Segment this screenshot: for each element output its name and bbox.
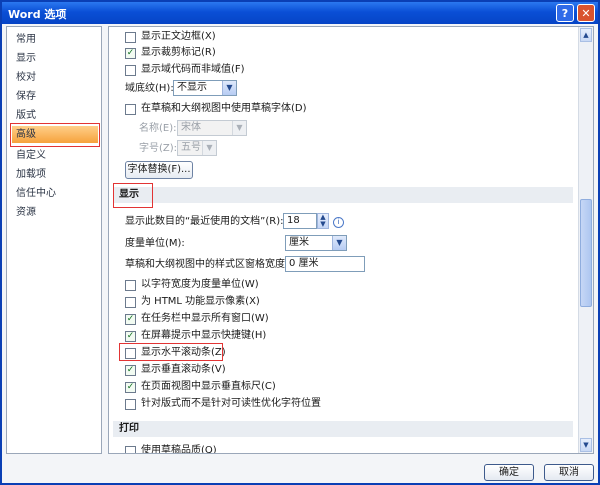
- chevron-down-icon[interactable]: ▼: [332, 236, 346, 250]
- nav-item-resources[interactable]: 资源: [12, 204, 98, 221]
- nav-item-customize[interactable]: 自定义: [12, 147, 98, 164]
- font-size-label: 字号(Z):: [139, 143, 178, 154]
- highlight-box-display-header: [113, 183, 153, 208]
- option-label: 使用草稿品质(Q): [141, 445, 217, 454]
- nav-item-trust-center[interactable]: 信任中心: [12, 185, 98, 202]
- nav-item-typography[interactable]: 版式: [12, 107, 98, 124]
- section-header-display: 显示: [113, 187, 573, 203]
- checkbox[interactable]: [125, 280, 136, 291]
- font-name-value: 宋体: [181, 122, 201, 133]
- units-value: 厘米: [289, 237, 309, 248]
- checkbox-checked-icon[interactable]: ✓: [125, 48, 136, 59]
- checkbox-checked-icon[interactable]: ✓: [125, 314, 136, 325]
- option-label: 显示域代码而非域值(F): [141, 64, 245, 75]
- nav-item-common[interactable]: 常用: [12, 31, 98, 48]
- info-icon: i: [333, 217, 344, 228]
- field-shading-label: 域底纹(H):: [125, 83, 174, 94]
- ok-button[interactable]: 确定: [484, 464, 534, 481]
- style-area-width-input[interactable]: 0 厘米: [285, 256, 365, 272]
- scrollbar-thumb[interactable]: [580, 199, 592, 307]
- nav-item-proofing[interactable]: 校对: [12, 69, 98, 86]
- chevron-down-icon[interactable]: ▼: [232, 121, 246, 135]
- checkbox[interactable]: [125, 104, 136, 115]
- spinner-arrows-icon[interactable]: ▲ ▼: [317, 213, 329, 229]
- window-title: Word 选项: [8, 8, 67, 21]
- font-name-label: 名称(E):: [139, 123, 177, 134]
- option-label: 在草稿和大纲视图中使用草稿字体(D): [141, 103, 307, 114]
- field-shading-value: 不显示: [177, 82, 207, 93]
- option-label: 显示裁剪标记(R): [141, 47, 216, 58]
- checkbox[interactable]: [125, 65, 136, 76]
- recent-docs-value: 18: [287, 215, 300, 226]
- checkbox-checked-icon[interactable]: ✓: [125, 365, 136, 376]
- checkbox-checked-icon[interactable]: ✓: [125, 382, 136, 393]
- style-area-width-value: 0 厘米: [289, 258, 319, 269]
- nav-item-display[interactable]: 显示: [12, 50, 98, 67]
- checkbox[interactable]: [125, 399, 136, 410]
- chevron-down-icon[interactable]: ▼: [202, 141, 216, 155]
- checkbox[interactable]: [125, 446, 136, 453]
- word-options-dialog: Word 选项 ? ✕ 常用 显示 校对 保存 版式 高级 自定义 加载项 信任…: [0, 0, 600, 485]
- font-size-value: 五号: [181, 142, 201, 153]
- nav-item-addins[interactable]: 加载项: [12, 166, 98, 183]
- recent-docs-label: 显示此数目的“最近使用的文档”(R):: [125, 216, 284, 227]
- title-bar: Word 选项 ? ✕: [2, 2, 598, 24]
- category-nav: 常用 显示 校对 保存 版式 高级 自定义 加载项 信任中心 资源: [6, 26, 102, 454]
- nav-item-save[interactable]: 保存: [12, 88, 98, 105]
- option-label: 在任务栏中显示所有窗口(W): [141, 313, 269, 324]
- highlight-box-advanced: [10, 123, 100, 147]
- checkbox[interactable]: [125, 32, 136, 43]
- font-substitution-button[interactable]: 字体替换(F)...: [125, 161, 193, 179]
- close-icon[interactable]: ✕: [577, 4, 595, 22]
- option-label: 针对版式而不是针对可读性优化字符位置: [141, 398, 321, 409]
- section-title: 打印: [119, 423, 139, 434]
- style-area-width-label: 草稿和大纲视图中的样式区窗格宽度(E):: [125, 259, 303, 270]
- scroll-up-arrow-icon[interactable]: ▲: [580, 28, 592, 42]
- font-name-select[interactable]: 宋体 ▼: [177, 120, 247, 136]
- option-label: 显示垂直滚动条(V): [141, 364, 226, 375]
- scroll-down-arrow-icon[interactable]: ▼: [580, 438, 592, 452]
- recent-docs-count-input[interactable]: 18: [283, 213, 317, 229]
- chevron-down-icon[interactable]: ▼: [222, 81, 236, 95]
- option-label: 显示正文边框(X): [141, 31, 216, 42]
- checkbox[interactable]: [125, 297, 136, 308]
- option-label: 在屏幕提示中显示快捷键(H): [141, 330, 267, 341]
- checkbox-checked-icon[interactable]: ✓: [125, 331, 136, 342]
- section-header-print: 打印: [113, 421, 573, 437]
- font-size-select[interactable]: 五号 ▼: [177, 140, 217, 156]
- field-shading-select[interactable]: 不显示 ▼: [173, 80, 237, 96]
- cancel-button[interactable]: 取消: [544, 464, 594, 481]
- help-icon[interactable]: ?: [556, 4, 574, 22]
- units-select[interactable]: 厘米 ▼: [285, 235, 347, 251]
- advanced-options-panel: 显示正文边框(X) ✓ 显示裁剪标记(R) 显示域代码而非域值(F) 域底纹(H…: [108, 26, 594, 454]
- option-label: 以字符宽度为度量单位(W): [141, 279, 259, 290]
- vertical-scrollbar[interactable]: ▲ ▼: [578, 27, 593, 453]
- option-label: 为 HTML 功能显示像素(X): [141, 296, 260, 307]
- option-label: 在页面视图中显示垂直标尺(C): [141, 381, 276, 392]
- highlight-box-horizontal-scrollbar: [119, 343, 223, 361]
- units-label: 度量单位(M):: [125, 238, 185, 249]
